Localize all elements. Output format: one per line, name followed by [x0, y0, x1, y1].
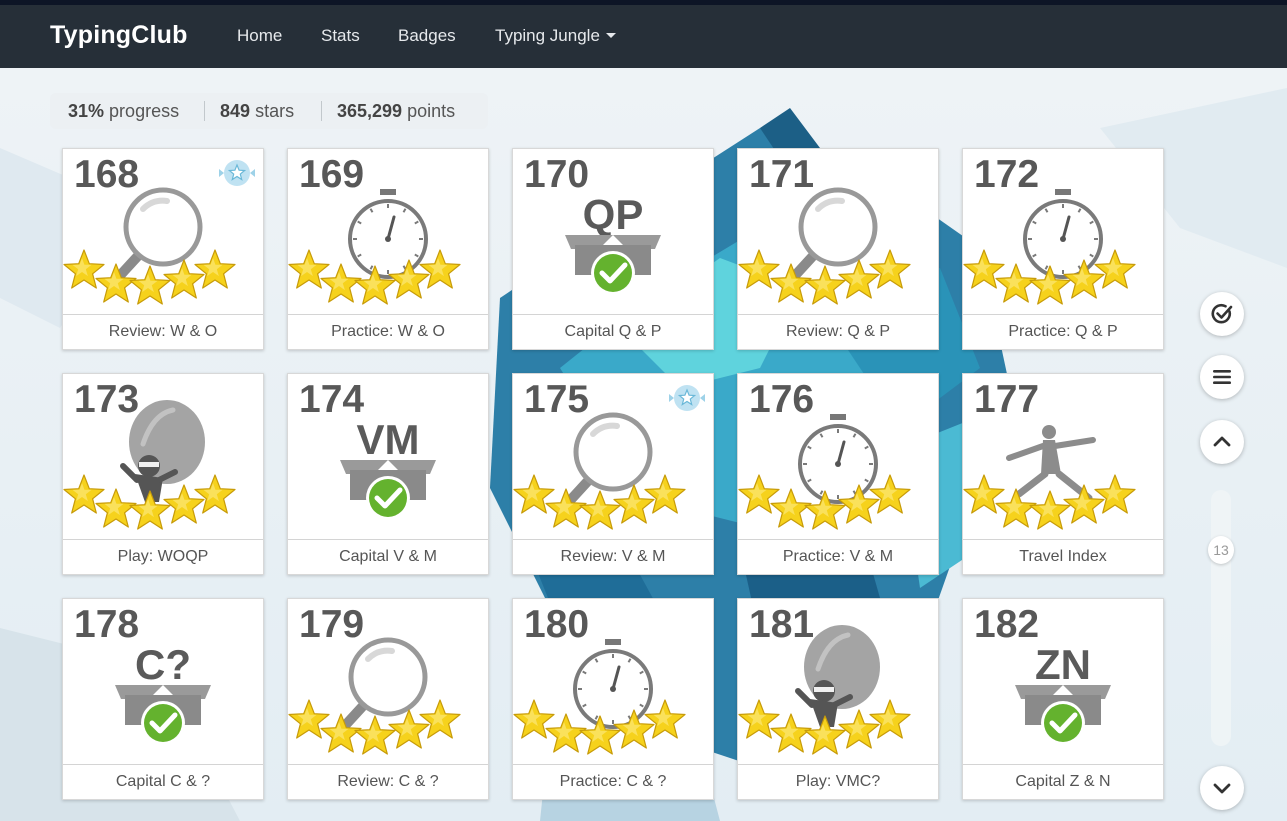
nav-badges[interactable]: Badges: [398, 26, 456, 46]
lesson-label: Play: WOQP: [63, 539, 263, 574]
lesson-card[interactable]: 169 Practice: W & O: [287, 148, 489, 350]
lesson-card[interactable]: 179 Review: C & ?: [287, 598, 489, 800]
nav-stats[interactable]: Stats: [321, 26, 360, 46]
check-icon: [141, 701, 185, 745]
check-icon: [366, 476, 410, 520]
progress-check-button[interactable]: [1200, 292, 1244, 336]
lesson-number: 175: [524, 378, 590, 421]
lesson-label: Capital Q & P: [513, 314, 713, 349]
stars-label: stars: [255, 101, 295, 121]
lesson-label: Practice: V & M: [738, 539, 938, 574]
progress-value: 31%: [68, 101, 105, 121]
lesson-card[interactable]: 168 Review: W & O: [62, 148, 264, 350]
svg-text:ZN: ZN: [1035, 641, 1091, 688]
lesson-label: Play: VMC?: [738, 764, 938, 799]
lesson-number: 180: [524, 603, 590, 646]
svg-text:C?: C?: [135, 641, 191, 688]
menu-icon: [1213, 370, 1231, 384]
progress-stat: 31% progress: [68, 101, 179, 122]
lesson-label: Travel Index: [963, 539, 1163, 574]
brand-logo[interactable]: TypingClub: [50, 21, 188, 50]
lesson-label: Review: Q & P: [738, 314, 938, 349]
stopwatch-icon: [573, 639, 653, 729]
lesson-number: 182: [974, 603, 1040, 646]
menu-button[interactable]: [1200, 355, 1244, 399]
stopwatch-icon: [348, 189, 428, 279]
lesson-card[interactable]: QP 170 Capital Q & P: [512, 148, 714, 350]
lesson-label: Practice: C & ?: [513, 764, 713, 799]
runner-icon: [1006, 425, 1096, 502]
nav-typing-jungle[interactable]: Typing Jungle: [495, 26, 616, 46]
lesson-number: 170: [524, 153, 590, 196]
stars-value: 849: [220, 101, 251, 121]
lesson-label: Capital V & M: [288, 539, 488, 574]
progress-label: progress: [109, 101, 180, 121]
lesson-card[interactable]: 171 Review: Q & P: [737, 148, 939, 350]
lesson-number: 177: [974, 378, 1040, 421]
scroll-up-button[interactable]: [1200, 420, 1244, 464]
points-stat: 365,299 points: [337, 101, 455, 122]
badge-icon: [669, 385, 705, 411]
box-letters-icon: VM: [340, 416, 436, 520]
svg-text:QP: QP: [583, 191, 644, 238]
lesson-number: 174: [299, 378, 365, 421]
stopwatch-icon: [1023, 189, 1103, 279]
check-icon: [591, 251, 635, 295]
check-circle-icon: [1211, 303, 1233, 324]
caret-down-icon: [605, 33, 616, 39]
points-value: 365,299: [337, 101, 403, 121]
check-icon: [1041, 701, 1085, 745]
lesson-label: Capital Z & N: [963, 764, 1163, 799]
lesson-number: 181: [749, 603, 815, 646]
lesson-label: Practice: W & O: [288, 314, 488, 349]
lesson-card[interactable]: 177 Travel Index: [962, 373, 1164, 575]
stopwatch-icon: [798, 414, 878, 504]
lesson-number: 179: [299, 603, 365, 646]
lesson-number: 168: [74, 153, 140, 196]
box-letters-icon: C?: [115, 641, 211, 745]
lesson-card[interactable]: ZN 182 Capital Z & N: [962, 598, 1164, 800]
lesson-card[interactable]: 173 Play: WOQP: [62, 373, 264, 575]
box-letters-icon: QP: [565, 191, 661, 295]
lesson-card[interactable]: 181 Play: VMC?: [737, 598, 939, 800]
scroll-track[interactable]: [1211, 490, 1231, 746]
nav-typing-jungle-label: Typing Jungle: [495, 26, 600, 45]
lesson-number: 169: [299, 153, 365, 196]
chevron-up-icon: [1213, 436, 1231, 447]
box-letters-icon: ZN: [1015, 641, 1111, 745]
lesson-card[interactable]: 180 Practice: C & ?: [512, 598, 714, 800]
lesson-number: 178: [74, 603, 140, 646]
lesson-label: Review: V & M: [513, 539, 713, 574]
lesson-label: Capital C & ?: [63, 764, 263, 799]
nav-home[interactable]: Home: [237, 26, 282, 46]
lesson-number: 172: [974, 153, 1040, 196]
svg-text:VM: VM: [357, 416, 420, 463]
lesson-card[interactable]: 172 Practice: Q & P: [962, 148, 1164, 350]
lesson-label: Practice: Q & P: [963, 314, 1163, 349]
lesson-card[interactable]: C? 178 Capital C & ?: [62, 598, 264, 800]
scroll-thumb[interactable]: 13: [1208, 536, 1234, 564]
lesson-number: 176: [749, 378, 815, 421]
divider: [321, 101, 322, 121]
lesson-card[interactable]: 175 Review: V & M: [512, 373, 714, 575]
stats-bar: 31% progress 849 stars 365,299 points: [50, 93, 488, 129]
chevron-down-icon: [1213, 783, 1231, 794]
scroll-down-button[interactable]: [1200, 766, 1244, 810]
lesson-label: Review: W & O: [63, 314, 263, 349]
divider: [204, 101, 205, 121]
stars-stat: 849 stars: [220, 101, 294, 122]
navbar: TypingClub Home Stats Badges Typing Jung…: [0, 5, 1287, 68]
badge-icon: [219, 160, 255, 186]
lesson-card[interactable]: VM 174 Capital V & M: [287, 373, 489, 575]
lesson-number: 173: [74, 378, 140, 421]
lesson-card[interactable]: 176 Practice: V & M: [737, 373, 939, 575]
lesson-label: Review: C & ?: [288, 764, 488, 799]
points-label: points: [407, 101, 456, 121]
lesson-number: 171: [749, 153, 815, 196]
